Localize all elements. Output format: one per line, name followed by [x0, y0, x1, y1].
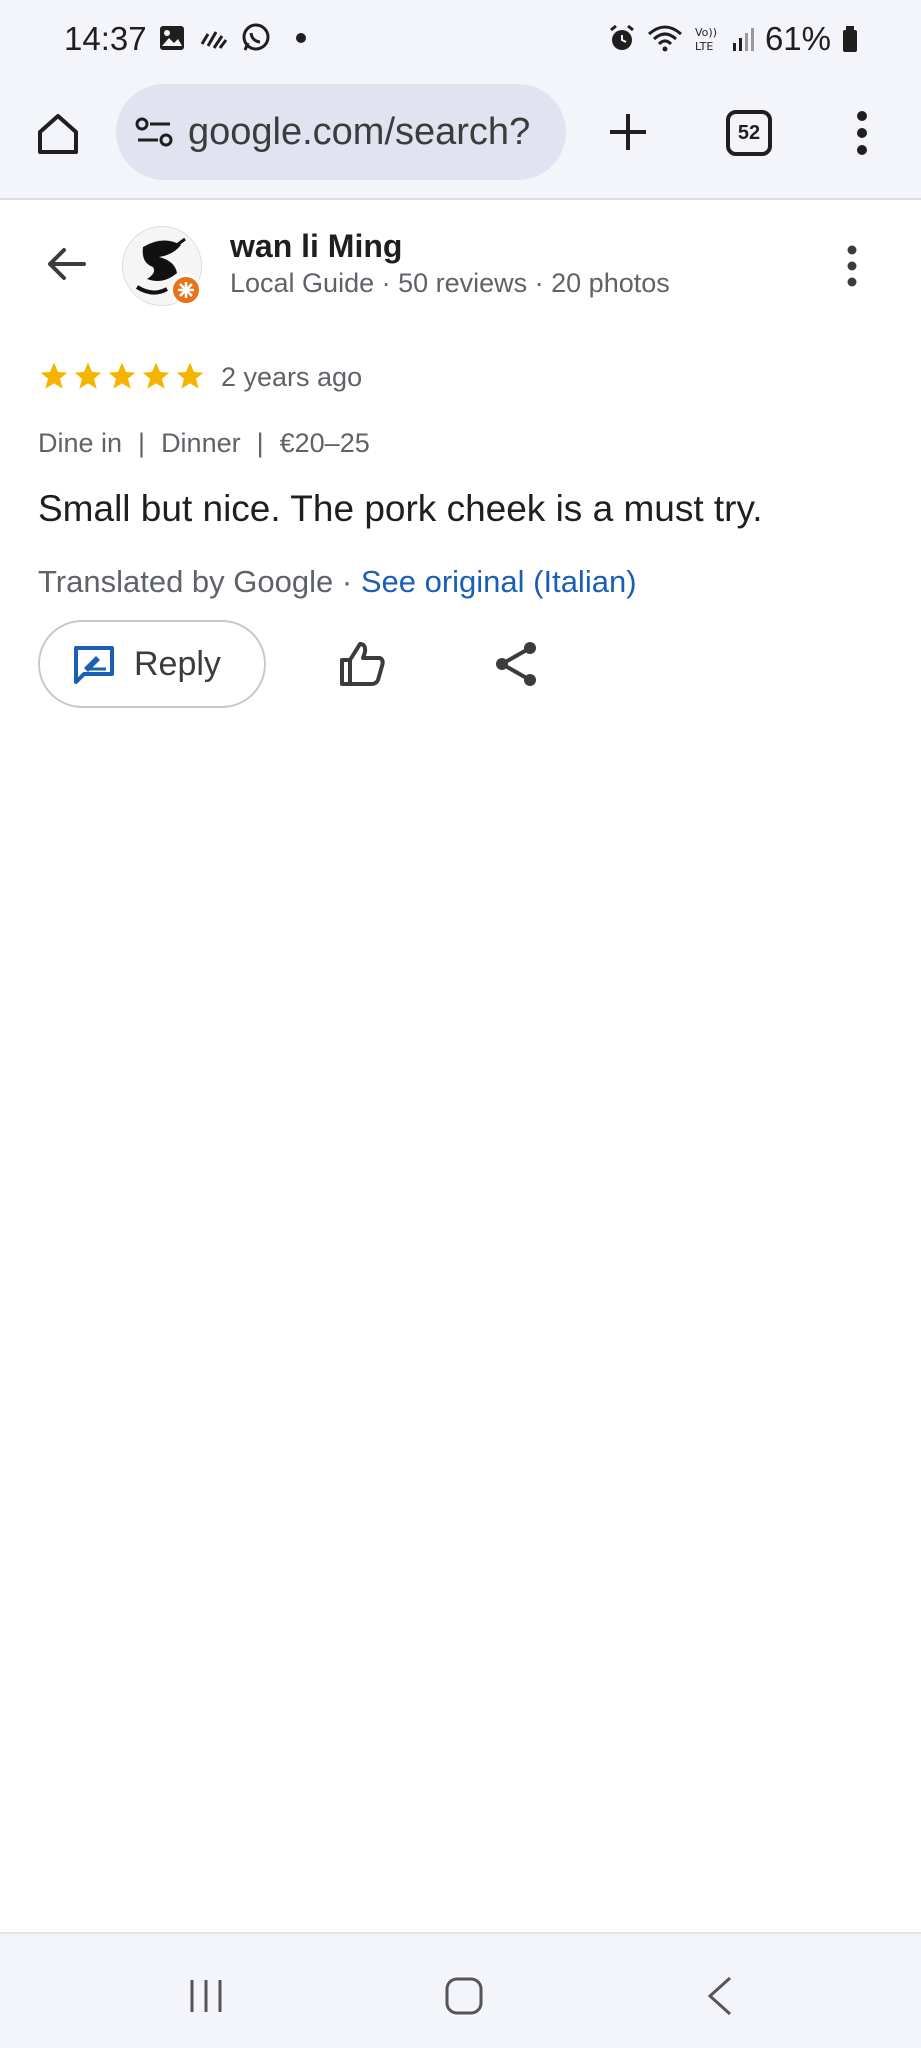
local-guide-badge-icon [170, 274, 202, 306]
more-vert-icon[interactable] [850, 108, 874, 158]
star-icon [74, 362, 102, 389]
browser-toolbar: google.com/search? 52 [0, 80, 921, 200]
reply-icon [74, 646, 114, 684]
status-time: 14:37 [64, 20, 147, 57]
notification-dot [296, 33, 306, 43]
address-bar[interactable]: google.com/search? [116, 84, 566, 180]
cell-signal-icon [732, 28, 754, 51]
home-icon[interactable] [34, 110, 82, 158]
reply-label: Reply [134, 644, 221, 683]
star-icon [40, 362, 68, 389]
url-text: google.com/search? [188, 110, 531, 153]
tag-price: €20–25 [279, 428, 370, 458]
author-name[interactable]: wan li Ming [230, 228, 402, 265]
author-meta: Local Guide · 50 reviews · 20 photos [230, 268, 670, 298]
tab-count: 52 [737, 121, 761, 144]
nav-home-icon[interactable] [444, 1976, 484, 2016]
battery-icon [843, 26, 857, 52]
notification-icons [158, 22, 306, 54]
review-more-icon[interactable] [842, 244, 862, 288]
tag-service: Dine in [38, 428, 123, 458]
battery-percent: 61% [764, 20, 831, 57]
recent-apps-icon[interactable] [186, 1976, 226, 2016]
volte-icon: Vo))LTE [695, 26, 717, 53]
tag-meal: Dinner [161, 428, 241, 458]
svg-text:Vo)): Vo)) [695, 26, 717, 39]
star-icon [176, 362, 204, 389]
review-time: 2 years ago [221, 362, 363, 392]
star-icon [142, 362, 170, 389]
review-text: Small but nice. The pork cheek is a must… [38, 488, 763, 529]
thumbs-up-icon[interactable] [338, 640, 386, 688]
share-icon[interactable] [494, 640, 538, 688]
new-tab-icon[interactable] [604, 108, 652, 156]
star-rating [38, 360, 206, 392]
svg-text:LTE: LTE [695, 40, 713, 53]
back-arrow-icon[interactable] [44, 242, 88, 286]
nav-back-icon[interactable] [706, 1976, 734, 2016]
review-tags: Dine in | Dinner | €20–25 [38, 428, 370, 459]
tag-separator: | [138, 428, 146, 458]
status-bar: 14:37 Vo)) LTE 61% [0, 0, 921, 80]
see-original-link[interactable]: See original (Italian) [361, 564, 637, 599]
star-icon [108, 362, 136, 389]
translation-note: Translated by Google · See original (Ita… [38, 564, 637, 600]
gallery-icon [160, 26, 184, 50]
tag-separator: | [256, 428, 264, 458]
alarm-icon [610, 24, 634, 50]
site-settings-icon[interactable] [134, 114, 174, 150]
whatsapp-icon [242, 23, 270, 51]
system-icons: Vo)) LTE 61% [607, 20, 859, 58]
translated-by-label: Translated by Google · [38, 564, 353, 599]
reply-button[interactable]: Reply [38, 620, 266, 708]
system-navigation-bar [0, 1932, 921, 2048]
wifi-icon [647, 25, 682, 52]
signal-bars-icon [200, 31, 228, 49]
tab-switcher-button[interactable]: 52 [726, 110, 772, 156]
